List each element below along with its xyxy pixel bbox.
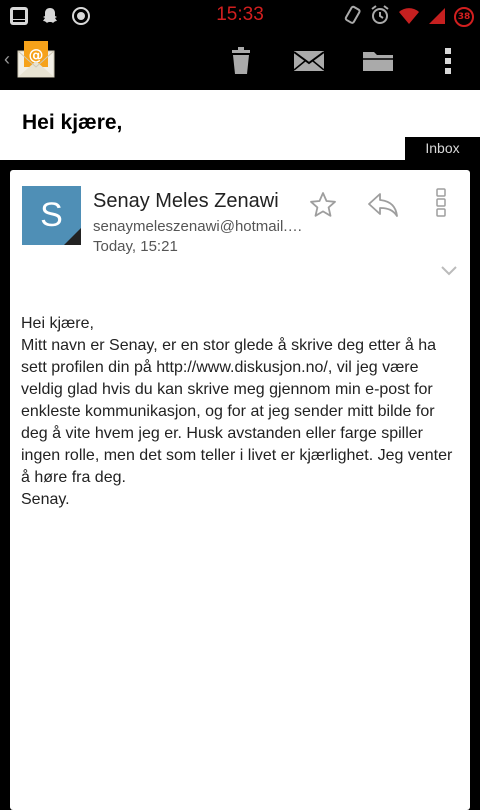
rotation-icon [342, 4, 362, 30]
overflow-menu-icon[interactable] [430, 44, 466, 78]
message-time: Today, 15:21 [93, 238, 178, 255]
system-icons: 38 [342, 4, 474, 30]
avatar-corner [64, 228, 81, 245]
message-overflow-icon[interactable] [430, 186, 452, 220]
star-icon[interactable] [306, 188, 340, 222]
mark-unread-icon[interactable] [291, 44, 327, 78]
sender-email: senaymeleszenawi@hotmail.com [93, 218, 303, 235]
battery-icon: 38 [454, 7, 474, 27]
alarm-icon [370, 4, 390, 30]
avatar[interactable]: S [22, 186, 81, 245]
email-app-icon[interactable]: @ [16, 39, 56, 85]
message-card: S Senay Meles Zenawi senaymeleszenawi@ho… [10, 170, 470, 810]
expand-details-chevron-icon[interactable] [438, 262, 460, 280]
sender-name: Senay Meles Zenawi [93, 190, 279, 212]
move-folder-icon[interactable] [360, 44, 396, 78]
action-bar: ‹ @ [0, 32, 480, 90]
avatar-letter: S [40, 196, 63, 234]
delete-icon[interactable] [223, 44, 259, 78]
body-greeting: Hei kjære, [21, 315, 94, 332]
body-paragraph: Mitt navn er Senay, er en stor glede å s… [21, 337, 453, 486]
message-body: Hei kjære, Mitt navn er Senay, er en sto… [21, 313, 463, 511]
back-chevron-icon[interactable]: ‹ [4, 49, 10, 70]
status-bar: 15:33 38 [0, 0, 480, 32]
body-signature: Senay. [21, 491, 70, 508]
wifi-icon [398, 5, 420, 29]
folder-label[interactable]: Inbox [405, 137, 480, 160]
reply-icon[interactable] [365, 188, 401, 222]
message-subject: Hei kjære, [22, 111, 123, 134]
signal-icon [428, 5, 446, 29]
